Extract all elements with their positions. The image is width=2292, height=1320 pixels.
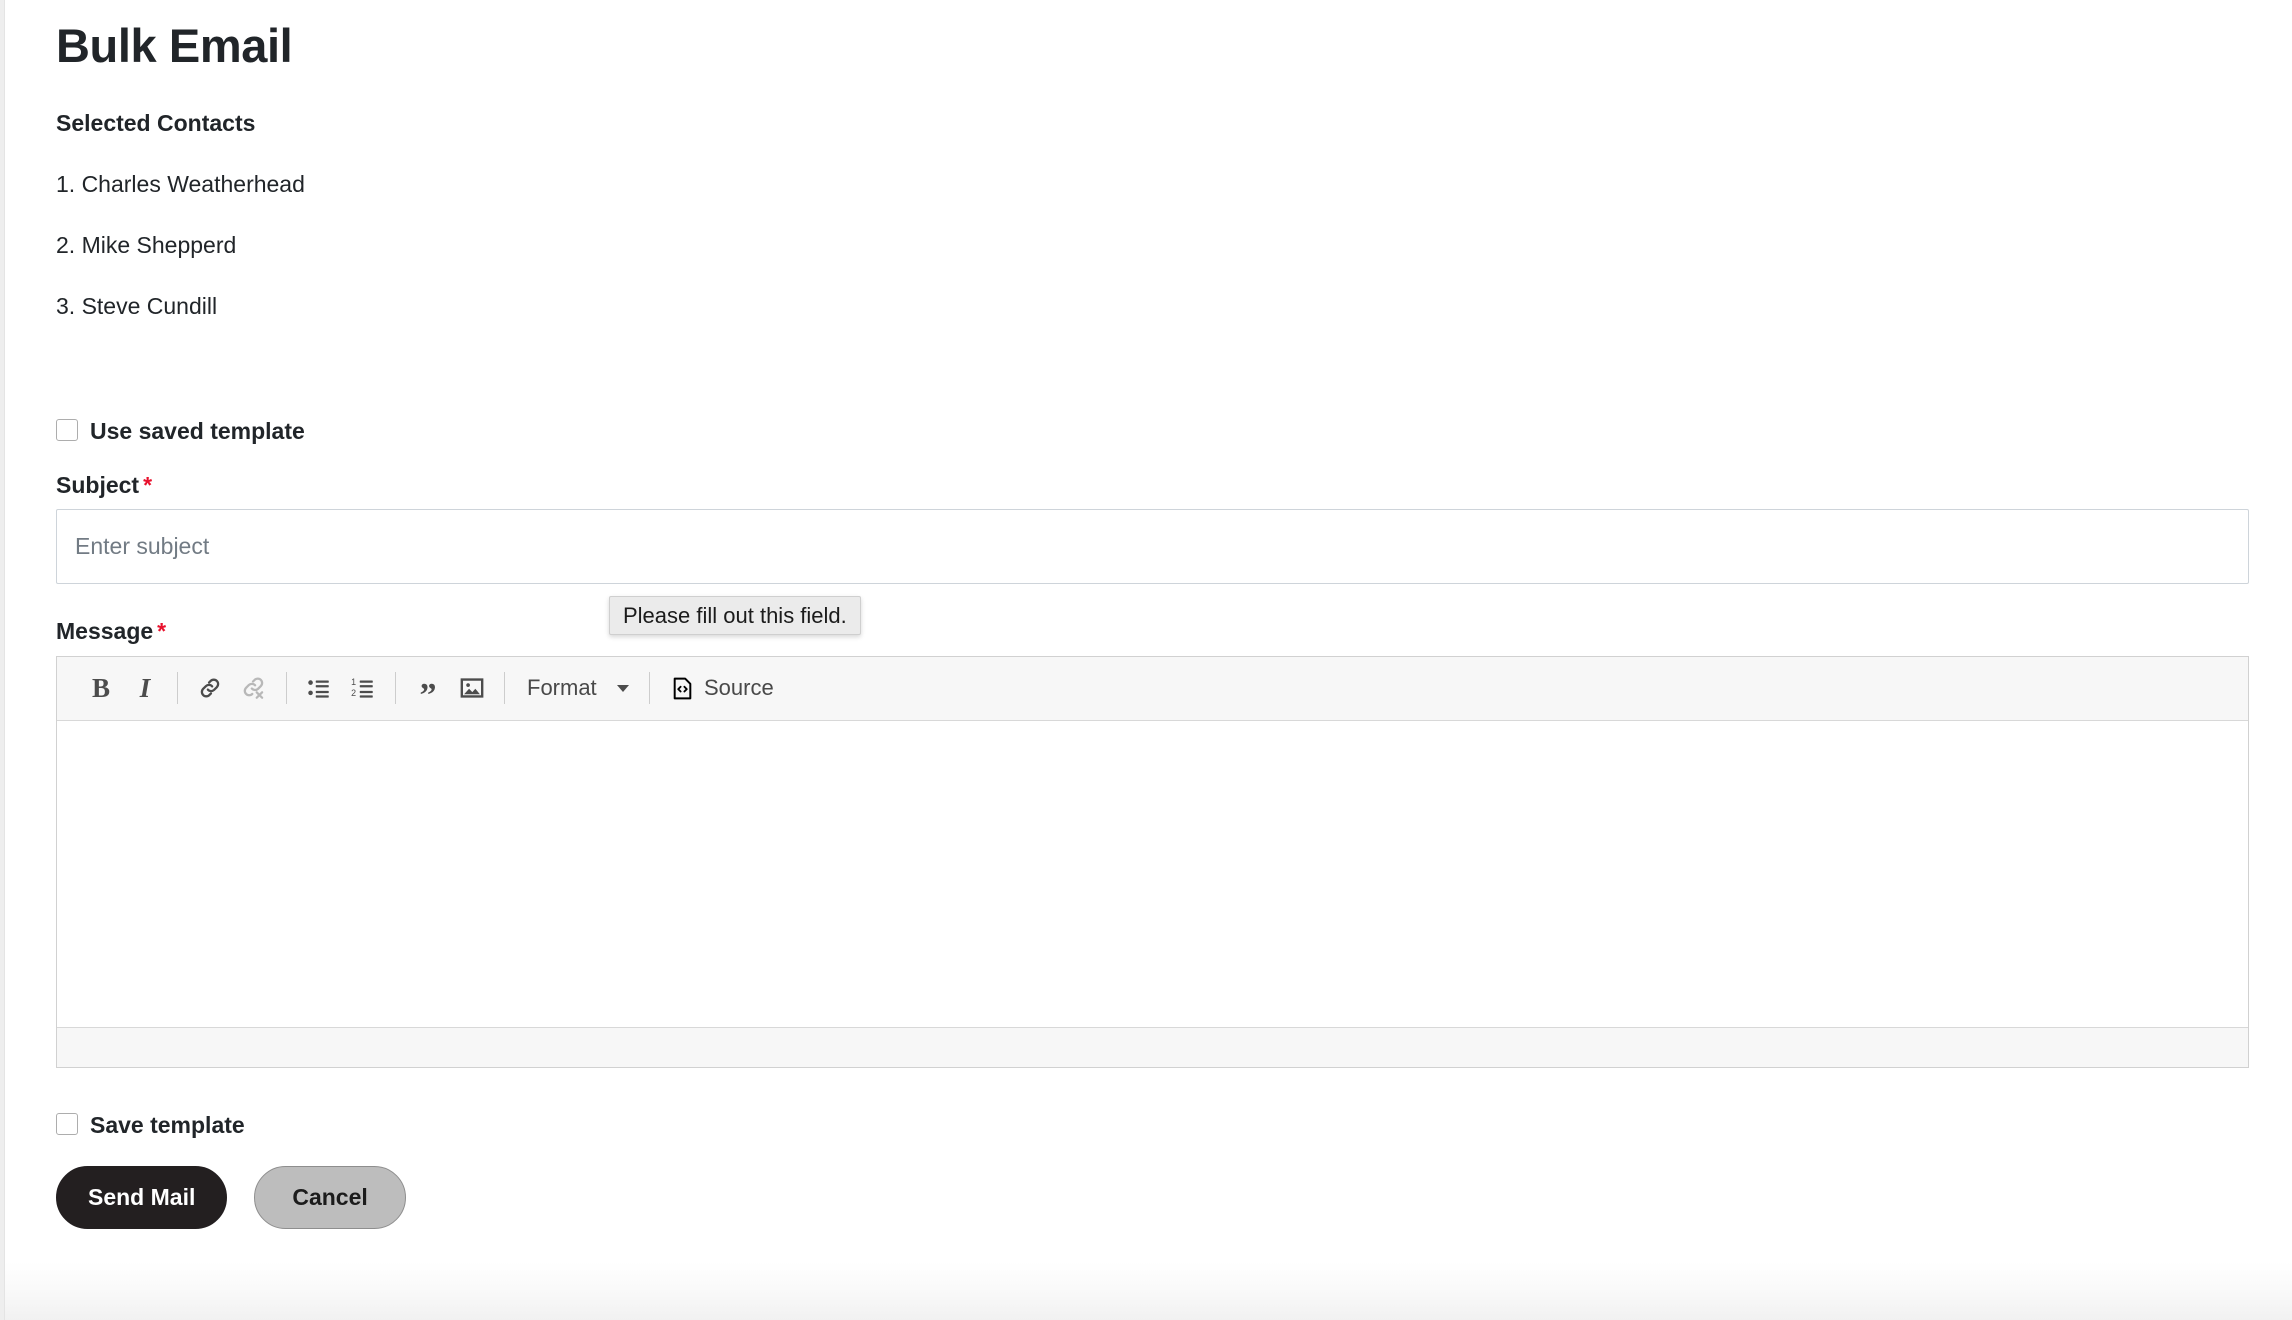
form-actions: Send Mail Cancel <box>56 1165 2249 1229</box>
editor-status-bar <box>57 1026 2248 1067</box>
message-label: Message * <box>56 618 2249 646</box>
page-title: Bulk Email <box>56 19 293 72</box>
blockquote-button[interactable]: ” <box>406 673 450 717</box>
cancel-button[interactable]: Cancel <box>254 1165 406 1229</box>
use-saved-template-checkbox[interactable] <box>56 419 78 442</box>
link-button[interactable] <box>188 666 232 710</box>
image-icon <box>460 678 484 699</box>
list-item: 3. Steve Cundill <box>56 292 218 319</box>
bulk-email-page: Bulk Email Selected Contacts 1. Charles … <box>56 0 2249 1320</box>
use-saved-template-label: Use saved template <box>90 417 305 444</box>
image-button[interactable] <box>450 666 494 710</box>
save-template-checkbox[interactable] <box>56 1113 78 1136</box>
subject-input[interactable] <box>56 509 2249 585</box>
numbered-list-icon: 1 2 <box>351 677 373 699</box>
unlink-icon <box>243 677 264 700</box>
message-editor-body[interactable] <box>57 720 2248 1027</box>
source-button[interactable]: Source <box>660 666 784 710</box>
send-mail-button[interactable]: Send Mail <box>56 1165 228 1229</box>
toolbar-separator <box>177 672 178 705</box>
save-template-label: Save template <box>90 1111 245 1138</box>
source-button-label: Source <box>704 675 774 701</box>
bulleted-list-button[interactable] <box>297 666 341 710</box>
svg-text:1: 1 <box>351 677 356 687</box>
source-code-icon <box>673 677 692 700</box>
svg-text:2: 2 <box>351 689 356 699</box>
chevron-down-icon <box>617 684 629 692</box>
message-required-marker: * <box>157 618 167 645</box>
left-edge-strip <box>0 0 5 1320</box>
save-template-row[interactable]: Save template <box>56 1113 2249 1136</box>
editor-toolbar: B I 1 2 ” Format Source <box>57 656 2248 721</box>
subject-required-marker: * <box>143 471 153 498</box>
bulleted-list-icon <box>308 680 329 699</box>
format-dropdown-label: Format <box>527 675 597 701</box>
italic-button[interactable]: I <box>123 666 167 710</box>
use-saved-template-row[interactable]: Use saved template <box>56 419 2249 442</box>
toolbar-separator <box>504 672 505 705</box>
unlink-button <box>232 666 276 710</box>
rich-text-editor: B I 1 2 ” Format Source <box>56 655 2249 1068</box>
selected-contacts-heading: Selected Contacts <box>56 110 256 137</box>
bold-button[interactable]: B <box>79 666 123 710</box>
subject-label: Subject * <box>56 472 2249 500</box>
list-item: 2. Mike Shepperd <box>56 231 237 258</box>
link-icon <box>200 678 220 698</box>
format-dropdown[interactable]: Format <box>515 666 639 710</box>
numbered-list-button[interactable]: 1 2 <box>341 666 385 710</box>
message-label-text: Message <box>56 618 154 645</box>
toolbar-separator <box>395 672 396 705</box>
toolbar-separator <box>649 672 650 705</box>
subject-label-text: Subject <box>56 471 140 498</box>
list-item: 1. Charles Weatherhead <box>56 171 305 198</box>
toolbar-separator <box>286 672 287 705</box>
validation-tooltip: Please fill out this field. <box>609 596 861 635</box>
